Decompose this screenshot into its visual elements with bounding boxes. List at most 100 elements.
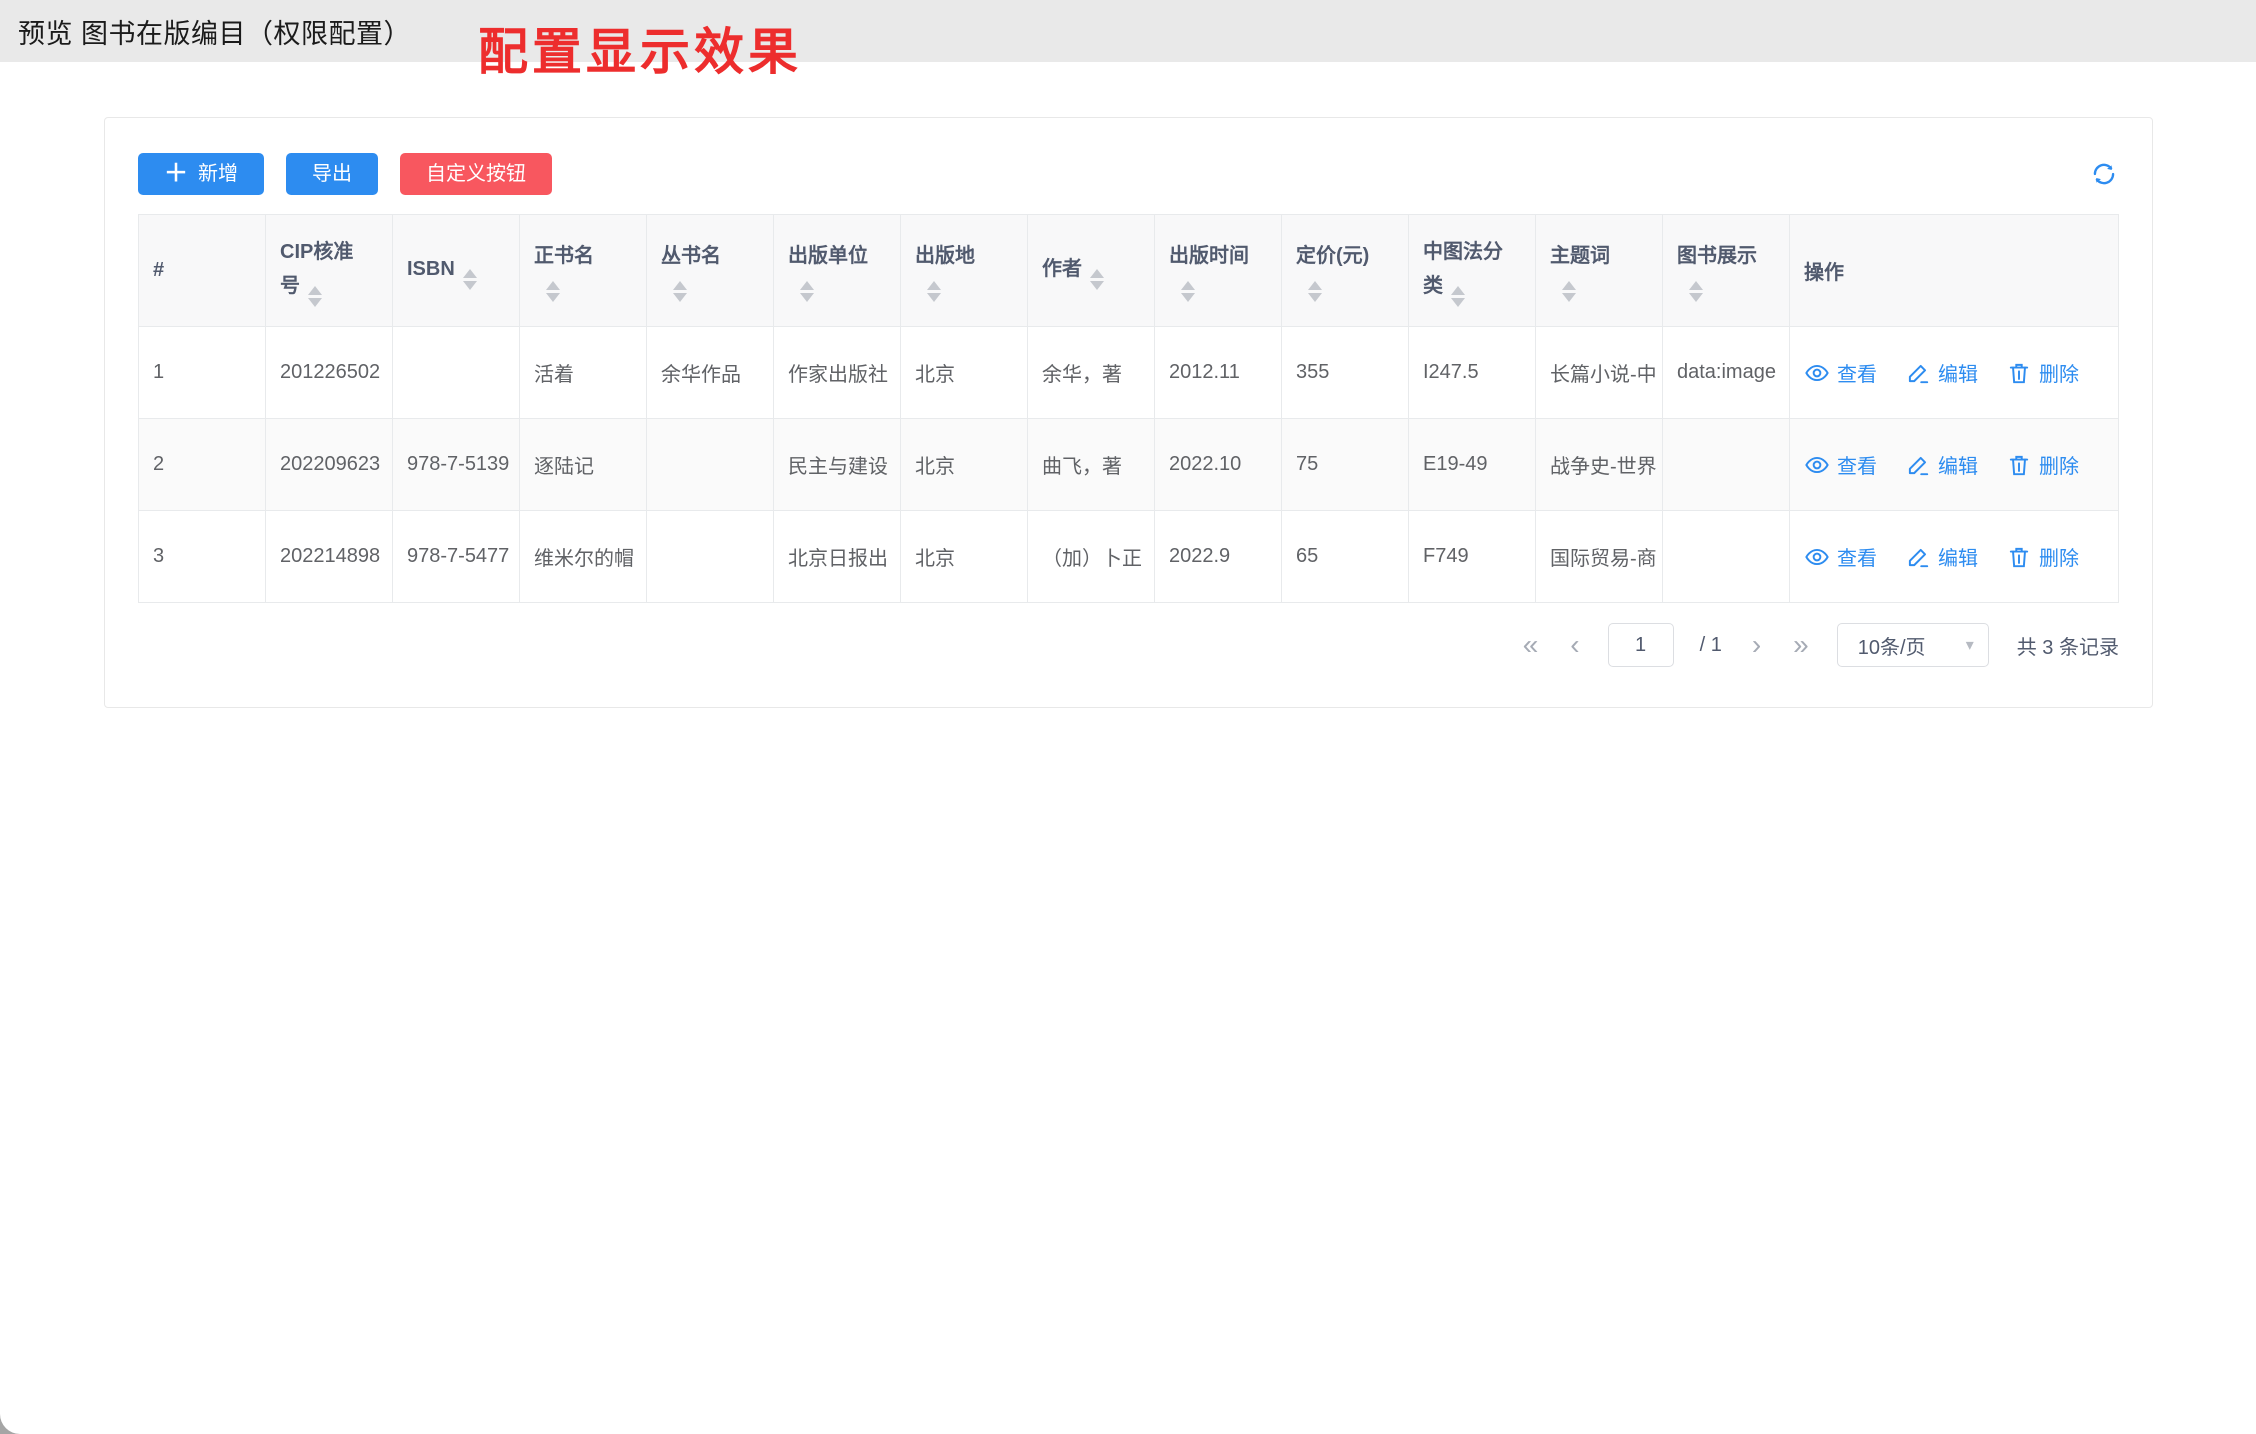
sort-caret[interactable] bbox=[308, 286, 322, 307]
page-title: 预览 图书在版编目（权限配置） bbox=[18, 12, 411, 51]
cell: 余华作品 bbox=[647, 327, 774, 419]
page-size-select[interactable]: 10条/页 ▾ bbox=[1837, 623, 1989, 667]
eye-icon bbox=[1804, 452, 1830, 478]
last-page-button[interactable]: » bbox=[1789, 631, 1811, 659]
cell bbox=[393, 327, 520, 419]
custom-button-label: 自定义按钮 bbox=[426, 164, 526, 184]
view-button[interactable]: 查看 bbox=[1804, 450, 1877, 479]
column-header-author: 作者 bbox=[1028, 215, 1155, 327]
column-header-isbn: ISBN bbox=[393, 215, 520, 327]
cell: 曲飞，著 bbox=[1028, 419, 1155, 511]
cell: 65 bbox=[1282, 511, 1409, 603]
cell: 2012.11 bbox=[1155, 327, 1282, 419]
cell: 1 bbox=[139, 327, 266, 419]
actions-cell: 查看编辑删除 bbox=[1790, 511, 2119, 603]
edit-button[interactable]: 编辑 bbox=[1905, 542, 1978, 571]
header-row: # CIP核准号 ISBN 正书名 丛书名 出版单位 出版地 bbox=[139, 215, 2119, 327]
sort-caret[interactable] bbox=[1562, 281, 1610, 302]
cell: 2022.10 bbox=[1155, 419, 1282, 511]
cell: 北京 bbox=[901, 419, 1028, 511]
eye-icon bbox=[1804, 544, 1830, 570]
cell: 978-7-5477 bbox=[393, 511, 520, 603]
sort-caret[interactable] bbox=[1689, 281, 1757, 302]
pencil-icon bbox=[1905, 452, 1931, 478]
pagination: « ‹ / 1 › » 10条/页 ▾ 共 3 条记录 bbox=[138, 623, 2119, 667]
sort-caret[interactable] bbox=[463, 269, 477, 290]
sort-caret[interactable] bbox=[927, 281, 975, 302]
eye-icon bbox=[1804, 360, 1830, 386]
cell: 北京日报出 bbox=[774, 511, 901, 603]
custom-button[interactable]: 自定义按钮 bbox=[400, 153, 552, 195]
cell: 北京 bbox=[901, 327, 1028, 419]
sort-caret[interactable] bbox=[546, 281, 594, 302]
page-input[interactable] bbox=[1608, 623, 1674, 667]
column-header-title: 正书名 bbox=[520, 215, 647, 327]
export-button[interactable]: 导出 bbox=[286, 153, 378, 195]
table-row: 1201226502活着余华作品作家出版社北京余华，著2012.11355I24… bbox=[139, 327, 2119, 419]
next-page-button[interactable]: › bbox=[1748, 631, 1763, 659]
cell: 北京 bbox=[901, 511, 1028, 603]
refresh-icon[interactable] bbox=[2089, 159, 2119, 189]
topbar: 预览 图书在版编目（权限配置） 配置显示效果 bbox=[0, 0, 2256, 62]
pencil-icon bbox=[1905, 360, 1931, 386]
cell: 201226502 bbox=[266, 327, 393, 419]
edit-button[interactable]: 编辑 bbox=[1905, 358, 1978, 387]
cell: 75 bbox=[1282, 419, 1409, 511]
column-header-actions: 操作 bbox=[1790, 215, 2119, 327]
delete-button[interactable]: 删除 bbox=[2006, 450, 2079, 479]
cell: 维米尔的帽 bbox=[520, 511, 647, 603]
table-row: 3202214898978-7-5477维米尔的帽 北京日报出北京（加）卜正202… bbox=[139, 511, 2119, 603]
column-header-price: 定价(元) bbox=[1282, 215, 1409, 327]
cell bbox=[1663, 511, 1790, 603]
cell: 作家出版社 bbox=[774, 327, 901, 419]
view-button[interactable]: 查看 bbox=[1804, 358, 1877, 387]
toolbar: ＋ 新增 导出 自定义按钮 bbox=[138, 153, 2119, 195]
trash-icon bbox=[2006, 360, 2032, 386]
column-header-cip: CIP核准号 bbox=[266, 215, 393, 327]
sort-caret[interactable] bbox=[1181, 281, 1249, 302]
annotation-text: 配置显示效果 bbox=[478, 12, 802, 84]
add-button-label: 新增 bbox=[198, 164, 238, 184]
cell: 3 bbox=[139, 511, 266, 603]
actions-cell: 查看编辑删除 bbox=[1790, 327, 2119, 419]
sort-caret[interactable] bbox=[1308, 281, 1369, 302]
actions-cell: 查看编辑删除 bbox=[1790, 419, 2119, 511]
cell bbox=[1663, 419, 1790, 511]
books-table: # CIP核准号 ISBN 正书名 丛书名 出版单位 出版地 bbox=[138, 214, 2119, 603]
delete-button[interactable]: 删除 bbox=[2006, 358, 2079, 387]
add-button[interactable]: ＋ 新增 bbox=[138, 153, 264, 195]
delete-button[interactable]: 删除 bbox=[2006, 542, 2079, 571]
cell: 2022.9 bbox=[1155, 511, 1282, 603]
cell: （加）卜正 bbox=[1028, 511, 1155, 603]
first-page-button[interactable]: « bbox=[1519, 631, 1541, 659]
table-card: ＋ 新增 导出 自定义按钮 # bbox=[104, 117, 2153, 708]
column-header-image: 图书展示 bbox=[1663, 215, 1790, 327]
cell: 民主与建设 bbox=[774, 419, 901, 511]
sort-caret[interactable] bbox=[1451, 286, 1465, 307]
sort-caret[interactable] bbox=[800, 281, 868, 302]
plus-icon: ＋ bbox=[164, 162, 188, 186]
trash-icon bbox=[2006, 452, 2032, 478]
view-button[interactable]: 查看 bbox=[1804, 542, 1877, 571]
page-size-value: 10条/页 bbox=[1858, 631, 1926, 660]
column-header-place: 出版地 bbox=[901, 215, 1028, 327]
cell: E19-49 bbox=[1409, 419, 1536, 511]
cell: 202214898 bbox=[266, 511, 393, 603]
column-header-subject: 主题词 bbox=[1536, 215, 1663, 327]
edit-button[interactable]: 编辑 bbox=[1905, 450, 1978, 479]
column-header-publisher: 出版单位 bbox=[774, 215, 901, 327]
export-button-label: 导出 bbox=[312, 164, 352, 184]
sort-caret[interactable] bbox=[673, 281, 721, 302]
cell: data:image bbox=[1663, 327, 1790, 419]
table-row: 2202209623978-7-5139逐陆记民主与建设北京曲飞，著2022.1… bbox=[139, 419, 2119, 511]
cell bbox=[647, 419, 774, 511]
cell: 国际贸易-商 bbox=[1536, 511, 1663, 603]
cell: 逐陆记 bbox=[520, 419, 647, 511]
prev-page-button[interactable]: ‹ bbox=[1566, 631, 1581, 659]
sort-caret[interactable] bbox=[1090, 269, 1104, 290]
cell: I247.5 bbox=[1409, 327, 1536, 419]
cell: 活着 bbox=[520, 327, 647, 419]
column-header-series: 丛书名 bbox=[647, 215, 774, 327]
cell bbox=[647, 511, 774, 603]
cell: 978-7-5139 bbox=[393, 419, 520, 511]
